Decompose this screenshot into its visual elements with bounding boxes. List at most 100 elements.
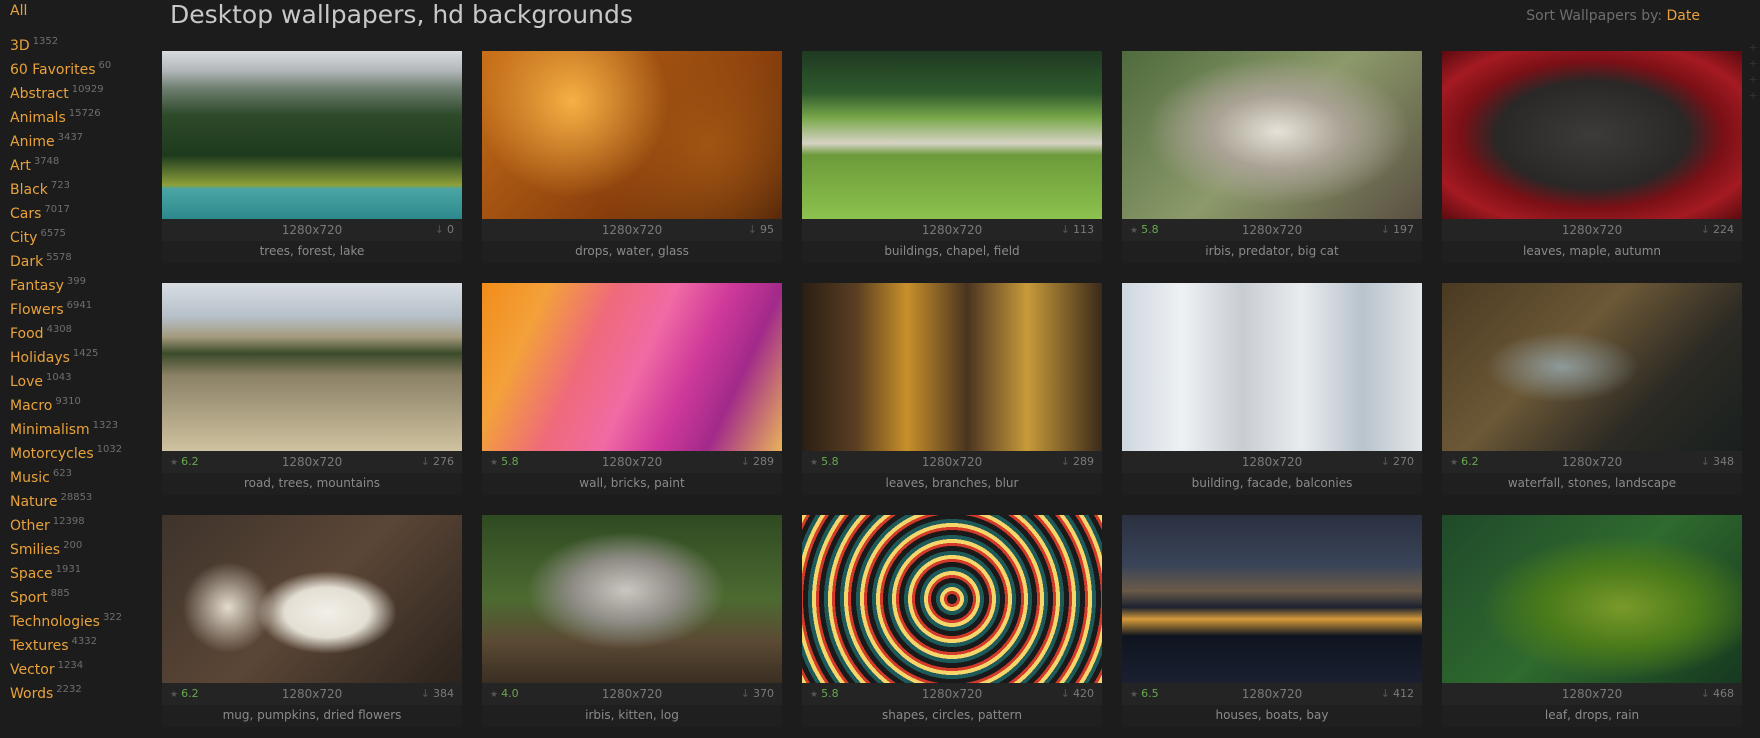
rating: ★ 5.8: [810, 683, 839, 706]
category-link[interactable]: Love 1043: [10, 366, 150, 390]
rating: ★ 5.8: [810, 451, 839, 474]
resolution-link[interactable]: 1280x720: [282, 223, 343, 237]
wallpaper-thumbnail[interactable]: [482, 515, 782, 683]
category-all[interactable]: All: [10, 0, 150, 26]
category-count: 399: [66, 276, 86, 287]
category-link[interactable]: Space 1931: [10, 558, 150, 582]
category-link[interactable]: Macro 9310: [10, 390, 150, 414]
wallpaper-meta: ★ 5.8 1280x720 ↓ 289: [802, 451, 1102, 473]
wallpaper-thumbnail[interactable]: [482, 283, 782, 451]
resolution-link[interactable]: 1280x720: [1242, 223, 1303, 237]
category-link[interactable]: Black 723: [10, 174, 150, 198]
resolution-link[interactable]: 1280x720: [602, 455, 663, 469]
wallpaper-meta: 1280x720 ↓ 270: [1122, 451, 1422, 473]
category-count: 2232: [56, 684, 82, 695]
download-arrow-icon: ↓: [1380, 223, 1390, 236]
category-link[interactable]: Cars 7017: [10, 198, 150, 222]
category-link[interactable]: Food 4308: [10, 318, 150, 342]
category-link[interactable]: Music 623: [10, 462, 150, 486]
resolution-link[interactable]: 1280x720: [1562, 687, 1623, 701]
category-link[interactable]: Art 3748: [10, 150, 150, 174]
category-count: 1323: [92, 420, 119, 431]
wallpaper-thumbnail[interactable]: [1442, 283, 1742, 451]
download-value: 289: [1073, 455, 1094, 468]
star-icon: ★: [1130, 226, 1139, 236]
rating-value: 5.8: [821, 687, 839, 700]
download-arrow-icon: ↓: [1060, 687, 1070, 700]
category-count: 1425: [72, 348, 99, 359]
wallpaper-thumbnail[interactable]: [482, 51, 782, 219]
wallpaper-thumbnail[interactable]: [1122, 51, 1422, 219]
wallpaper-thumbnail[interactable]: [1442, 515, 1742, 683]
resolution-link[interactable]: 1280x720: [922, 223, 983, 237]
category-link[interactable]: 60 Favorites 60: [10, 54, 150, 78]
category-link[interactable]: Holidays 1425: [10, 342, 150, 366]
category-link[interactable]: Textures 4332: [10, 630, 150, 654]
download-count: ↓ 95: [748, 219, 774, 241]
category-link[interactable]: Flowers 6941: [10, 294, 150, 318]
wallpaper-tags: irbis, kitten, log: [482, 705, 782, 727]
wallpaper-thumbnail[interactable]: [162, 51, 462, 219]
plus-icon[interactable]: +: [1746, 72, 1760, 88]
category-link[interactable]: Animals 15726: [10, 102, 150, 126]
category-link[interactable]: Nature 28853: [10, 486, 150, 510]
resolution-link[interactable]: 1280x720: [1242, 687, 1303, 701]
category-link[interactable]: Motorcycles 1032: [10, 438, 150, 462]
wallpaper-thumbnail[interactable]: [162, 515, 462, 683]
download-arrow-icon: ↓: [1700, 223, 1710, 236]
category-link[interactable]: 3D 1352: [10, 30, 150, 54]
category-link[interactable]: Anime 3437: [10, 126, 150, 150]
wallpaper-thumbnail[interactable]: [802, 51, 1102, 219]
resolution-link[interactable]: 1280x720: [602, 223, 663, 237]
resolution-link[interactable]: 1280x720: [282, 687, 343, 701]
wallpaper-thumbnail[interactable]: [1122, 515, 1422, 683]
category-link[interactable]: Fantasy 399: [10, 270, 150, 294]
category-link[interactable]: Abstract 10929: [10, 78, 150, 102]
wallpaper-thumbnail[interactable]: [802, 283, 1102, 451]
resolution-link[interactable]: 1280x720: [922, 687, 983, 701]
right-rail: + + + +: [1746, 40, 1760, 104]
resolution-link[interactable]: 1280x720: [1242, 455, 1303, 469]
category-link[interactable]: Technologies 322: [10, 606, 150, 630]
download-arrow-icon: ↓: [740, 687, 750, 700]
wallpaper-thumbnail[interactable]: [802, 515, 1102, 683]
plus-icon[interactable]: +: [1746, 40, 1760, 56]
wallpaper-tags: road, trees, mountains: [162, 473, 462, 495]
rating: ★ 6.2: [170, 451, 199, 474]
resolution-link[interactable]: 1280x720: [282, 455, 343, 469]
category-count: 1032: [96, 444, 123, 455]
wallpaper-thumbnail[interactable]: [1442, 51, 1742, 219]
wallpaper-thumbnail[interactable]: [1122, 283, 1422, 451]
category-link[interactable]: Dark 5578: [10, 246, 150, 270]
category-link[interactable]: City 6575: [10, 222, 150, 246]
category-label: Sport: [10, 590, 48, 606]
resolution-link[interactable]: 1280x720: [1562, 223, 1623, 237]
wallpaper-card: ★ 5.8 1280x720 ↓ 289 wall, bricks, paint: [482, 283, 782, 495]
category-count: 322: [102, 612, 123, 623]
rating-value: 4.0: [501, 687, 519, 700]
wallpaper-grid: 1280x720 ↓ 0 trees, forest, lake 1280x720 ↓ 95…: [162, 51, 1742, 727]
download-arrow-icon: ↓: [1700, 687, 1710, 700]
wallpaper-card: 1280x720 ↓ 113 buildings, chapel, field: [802, 51, 1102, 263]
category-link[interactable]: Vector 1234: [10, 654, 150, 678]
resolution-link[interactable]: 1280x720: [922, 455, 983, 469]
wallpaper-tags: waterfall, stones, landscape: [1442, 473, 1742, 495]
category-link[interactable]: Smilies 200: [10, 534, 150, 558]
wallpaper-tags: shapes, circles, pattern: [802, 705, 1102, 727]
category-link[interactable]: Other 12398: [10, 510, 150, 534]
plus-icon[interactable]: +: [1746, 56, 1760, 72]
resolution-link[interactable]: 1280x720: [602, 687, 663, 701]
category-count: 1043: [46, 372, 72, 383]
plus-icon[interactable]: +: [1746, 88, 1760, 104]
wallpaper-thumbnail[interactable]: [162, 283, 462, 451]
category-link[interactable]: Sport 885: [10, 582, 150, 606]
wallpaper-tags: leaves, maple, autumn: [1442, 241, 1742, 263]
resolution-link[interactable]: 1280x720: [1562, 455, 1623, 469]
category-link[interactable]: Minimalism 1323: [10, 414, 150, 438]
rating: ★ 6.2: [170, 683, 199, 706]
category-link[interactable]: Words 2232: [10, 678, 150, 702]
category-label: Dark: [10, 254, 44, 270]
category-label: Words: [10, 686, 54, 702]
wallpaper-tags: trees, forest, lake: [162, 241, 462, 263]
sort-date-link[interactable]: Date: [1667, 8, 1700, 24]
